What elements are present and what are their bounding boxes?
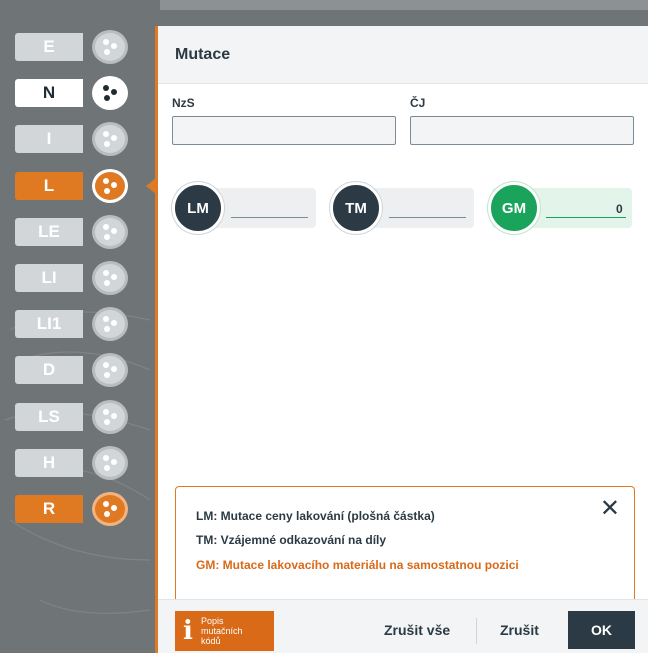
sidebar-tab-label: LI1 — [15, 310, 83, 339]
nzs-input[interactable] — [172, 116, 396, 145]
code-description-label: Popis mutačních kódů — [201, 616, 243, 646]
info-line-lm: LM: Mutace ceny lakování (plošná částka) — [196, 509, 435, 523]
sidebar-tab[interactable]: I — [15, 122, 128, 157]
tm-underline — [389, 217, 466, 218]
mutation-dots-icon[interactable] — [92, 76, 128, 111]
sidebar-tab-label: LE — [15, 217, 83, 246]
mutation-dots-icon[interactable] — [92, 307, 128, 342]
sidebar-tab-label: E — [15, 33, 83, 61]
sidebar-tab[interactable]: R — [15, 492, 128, 526]
info-line-tm: TM: Vzájemné odkazování na díly — [196, 533, 387, 547]
mutation-dots-icon[interactable] — [92, 492, 128, 526]
cancel-button[interactable]: Zrušit — [500, 622, 539, 638]
sidebar-tab-label: LS — [15, 402, 83, 431]
gm-value: 0 — [616, 202, 623, 216]
sidebar-tab-label: D — [15, 356, 83, 385]
close-icon[interactable]: ✕ — [600, 497, 620, 521]
gm-underline — [546, 217, 626, 218]
sidebar-tab-label: R — [15, 495, 83, 523]
sidebar-tab[interactable]: N — [15, 76, 128, 111]
sidebar-tab[interactable]: LS — [15, 399, 128, 434]
top-strip — [160, 0, 648, 10]
mutation-dots-icon[interactable] — [92, 214, 128, 249]
sidebar-tab[interactable]: E — [15, 30, 128, 64]
sidebar-tab[interactable]: L — [15, 168, 156, 203]
nzs-label: NzS — [172, 96, 195, 110]
mutation-dots-icon[interactable] — [92, 399, 128, 434]
sidebar-tab-label: N — [15, 79, 83, 108]
sidebar-tab[interactable]: LI — [15, 261, 128, 295]
lm-badge: LM — [172, 182, 224, 234]
info-line-gm: GM: Mutace lakovacího materiálu na samos… — [196, 558, 519, 572]
sidebar-tab-label: I — [15, 125, 83, 154]
mutation-dots-icon[interactable] — [92, 30, 128, 64]
info-icon: i — [183, 616, 193, 646]
lm-underline — [231, 217, 308, 218]
sidebar-tab[interactable]: H — [15, 445, 128, 480]
sidebar-tab-label: LI — [15, 264, 83, 292]
sidebar-tab-label: H — [15, 448, 83, 477]
cj-label: ČJ — [410, 96, 426, 110]
sidebar-tab-label: L — [15, 171, 83, 200]
cj-input[interactable] — [410, 116, 634, 145]
panel-header: Mutace — [158, 26, 648, 84]
ok-button[interactable]: OK — [568, 611, 635, 649]
panel-title: Mutace — [175, 45, 231, 63]
tm-badge: TM — [330, 182, 382, 234]
code-description-button[interactable]: i Popis mutačních kódů — [175, 611, 274, 651]
sidebar-tab[interactable]: LE — [15, 214, 128, 249]
sidebar-tab[interactable]: D — [15, 353, 128, 388]
footer-separator — [476, 618, 477, 644]
mutation-dots-icon[interactable] — [92, 168, 128, 203]
sidebar-tab[interactable]: LI1 — [15, 307, 128, 342]
cancel-all-button[interactable]: Zrušit vše — [384, 622, 450, 638]
gm-badge: GM — [488, 182, 540, 234]
mutation-dots-icon[interactable] — [92, 261, 128, 295]
mutation-dots-icon[interactable] — [92, 445, 128, 480]
